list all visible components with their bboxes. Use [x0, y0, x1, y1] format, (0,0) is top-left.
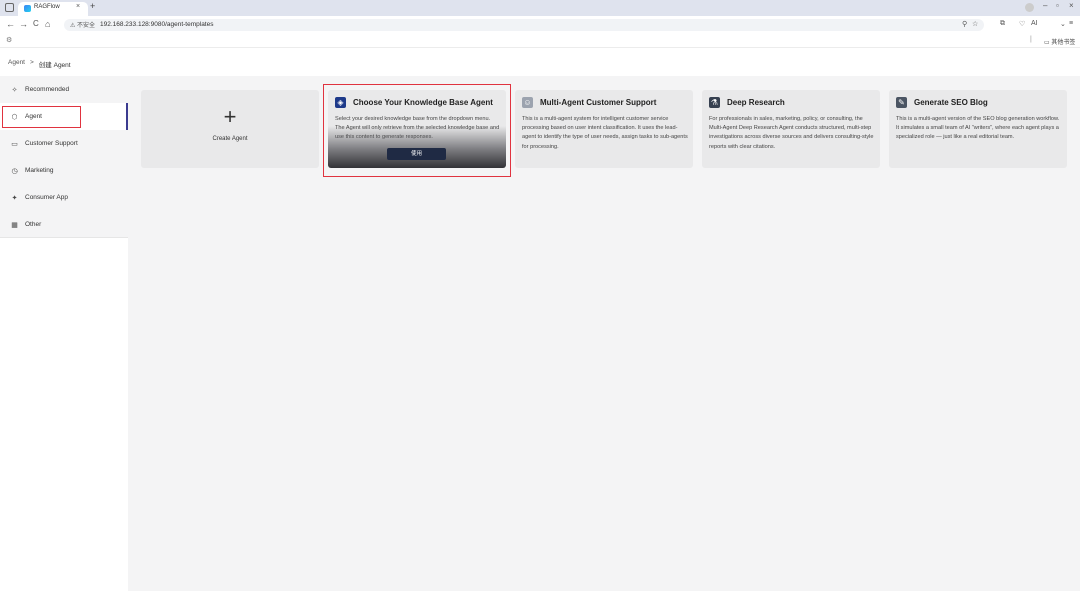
template-card-deep-research[interactable]: ⚗ Deep Research For professionals in sal…	[702, 90, 880, 168]
reload-icon[interactable]: C	[33, 19, 39, 28]
sidebar-item-label: Recommended	[25, 86, 70, 93]
card-header: ☺ Multi-Agent Customer Support	[522, 97, 656, 108]
clock-icon: ◷	[11, 167, 18, 175]
tab-close-icon[interactable]: ×	[76, 3, 80, 10]
other-bookmarks-folder[interactable]: ▭ 其他书签	[1044, 37, 1075, 46]
sidebar-item-label: Marketing	[25, 167, 54, 174]
template-category-sidebar: ✧ Recommended ⬡ Agent ▭ Customer Support…	[0, 76, 128, 238]
robot-icon: ☺	[522, 97, 533, 108]
minimize-icon[interactable]: –	[1043, 1, 1047, 10]
breadcrumb: Agent > 创建 Agent	[8, 59, 71, 69]
template-card-multi-agent-support[interactable]: ☺ Multi-Agent Customer Support This is a…	[515, 90, 693, 168]
new-tab-icon[interactable]: +	[90, 1, 95, 11]
security-warning[interactable]: ⚠ 不安全	[70, 20, 95, 29]
breadcrumb-separator-icon: >	[30, 59, 34, 66]
sidebar-empty-area	[0, 238, 128, 591]
card-description: This is a multi-agent system for intelli…	[522, 116, 688, 150]
menu-icon[interactable]: ≡	[1069, 20, 1073, 27]
breadcrumb-root[interactable]: Agent	[8, 59, 25, 69]
sidebar-item-label: Customer Support	[25, 140, 78, 147]
create-agent-card[interactable]: + Create Agent	[141, 90, 319, 168]
card-header: ✎ Generate SEO Blog	[896, 97, 988, 108]
maximize-icon[interactable]: ▫	[1056, 1, 1059, 10]
collections-icon[interactable]: ♡	[1019, 20, 1025, 28]
sidebar-item-other[interactable]: ▦ Other	[0, 211, 128, 238]
breadcrumb-current: 创建 Agent	[38, 62, 71, 69]
template-card-seo-blog[interactable]: ✎ Generate SEO Blog This is a multi-agen…	[889, 90, 1067, 168]
card-header: ⚗ Deep Research	[709, 97, 785, 108]
browser-tabbar: RAGFlow × + – ▫ ×	[0, 0, 1080, 16]
bookmarks-separator: |	[1030, 36, 1032, 43]
ragflow-favicon-icon	[24, 5, 31, 12]
sparkle-icon: ✦	[11, 194, 18, 202]
sidebar-item-customer-support[interactable]: ▭ Customer Support	[0, 130, 128, 157]
sidebar-item-marketing[interactable]: ◷ Marketing	[0, 157, 128, 184]
card-description: For professionals in sales, marketing, p…	[709, 116, 874, 150]
ai-button[interactable]: AI	[1031, 20, 1038, 27]
chat-icon: ▭	[11, 140, 18, 148]
annotation-highlight-box	[323, 84, 511, 177]
location-icon[interactable]: ⚲	[962, 20, 967, 28]
card-title: Deep Research	[727, 98, 785, 107]
profile-avatar[interactable]	[1025, 3, 1034, 12]
bookmarks-bar: ⚙ | ▭ 其他书签	[0, 34, 1080, 48]
sidebar-item-label: Other	[25, 221, 42, 228]
annotation-highlight-box	[2, 106, 81, 128]
tab-title: RAGFlow	[34, 4, 60, 10]
grid-icon: ▦	[11, 221, 18, 229]
chevron-down-icon[interactable]: ⌄	[1060, 20, 1066, 28]
plus-icon: +	[223, 104, 237, 129]
card-title: Multi-Agent Customer Support	[540, 98, 657, 107]
forward-icon[interactable]: →	[19, 19, 28, 29]
home-icon[interactable]: ⌂	[45, 19, 50, 29]
sidebar-item-recommended[interactable]: ✧ Recommended	[0, 76, 128, 103]
card-description: This is a multi-agent version of the SEO…	[896, 116, 1060, 141]
address-bar[interactable]: ⚠ 不安全 192.168.233.128:9080/agent-templat…	[64, 19, 984, 31]
back-icon[interactable]: ←	[6, 19, 15, 29]
sidebar-item-consumer-app[interactable]: ✦ Consumer App	[0, 184, 128, 211]
card-title: Generate SEO Blog	[914, 98, 988, 107]
sidebar-item-label: Consumer App	[25, 194, 68, 201]
browser-tab[interactable]: RAGFlow ×	[18, 2, 88, 16]
extensions-icon[interactable]: ⧉	[1000, 20, 1005, 28]
sparkle-icon: ✧	[11, 86, 18, 94]
bookmark-settings-icon[interactable]: ⚙	[6, 36, 12, 44]
browser-toolbar: ← → C ⌂ ⚠ 不安全 192.168.233.128:9080/agent…	[0, 16, 1080, 34]
tab-actions-icon[interactable]	[5, 3, 14, 12]
research-icon: ⚗	[709, 97, 720, 108]
blog-icon: ✎	[896, 97, 907, 108]
create-agent-label: Create Agent	[212, 136, 248, 142]
bookmark-star-icon[interactable]: ☆	[972, 20, 978, 28]
window-close-icon[interactable]: ×	[1069, 1, 1074, 10]
address-url[interactable]: 192.168.233.128:9080/agent-templates	[100, 21, 213, 28]
